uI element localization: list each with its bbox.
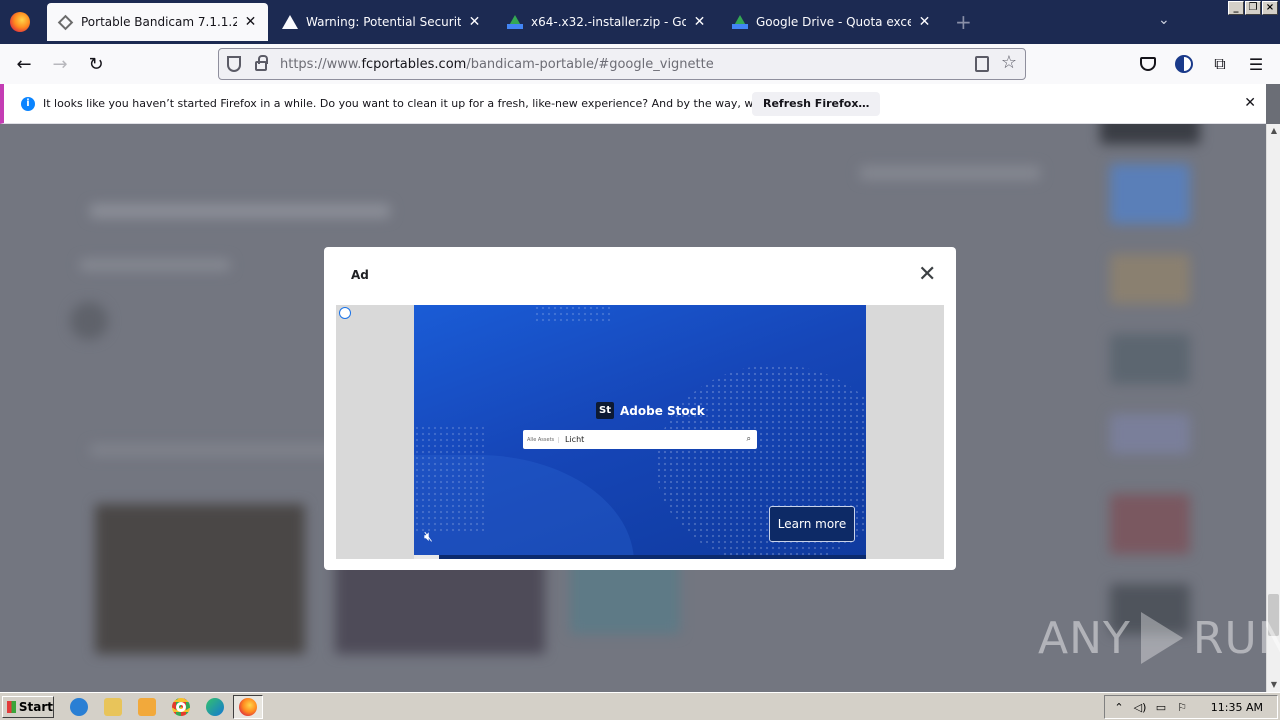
close-icon[interactable]: ✕ [467, 14, 482, 30]
media-player-icon[interactable] [138, 698, 156, 716]
warning-icon [282, 14, 298, 30]
tracking-protection-shield-icon[interactable] [227, 56, 241, 72]
chrome-icon[interactable] [172, 698, 190, 716]
scroll-up-arrow-icon[interactable]: ▲ [1267, 124, 1280, 138]
reload-button[interactable]: ↻ [84, 52, 108, 76]
adobe-stock-logo-icon: St [596, 402, 614, 419]
ad-label: Ad [351, 268, 369, 282]
page-scrollbar[interactable]: ▲ ▼ [1266, 124, 1280, 692]
search-query: Licht [565, 435, 585, 444]
search-scope-select: Alle Assets [527, 436, 559, 443]
tab-installer-zip[interactable]: x64-.x32.-installer.zip - Google Driv ✕ [497, 3, 717, 41]
navigation-bar: ← → ↻ https://www.fcportables.com/bandic… [0, 44, 1280, 84]
blurred-block [95, 504, 305, 654]
close-icon[interactable]: ✕ [692, 14, 707, 30]
search-icon: ⌕ [746, 434, 751, 443]
video-progress-track[interactable] [414, 555, 866, 559]
ad-frame: St Adobe Stock Alle Assets Licht ⌕ 🔇︎ Le… [336, 305, 944, 559]
restore-button[interactable]: ❐ [1245, 1, 1261, 15]
google-vignette-ad-modal: Ad ✕ St Adobe Stock Alle Assets Licht ⌕ … [324, 247, 956, 570]
file-explorer-icon[interactable] [104, 698, 122, 716]
start-button[interactable]: Start [2, 696, 54, 718]
network-icon[interactable]: ▭ [1154, 701, 1168, 714]
muted-speaker-icon[interactable]: 🔇︎ [424, 529, 433, 545]
close-icon[interactable]: ✕ [917, 14, 932, 30]
adobe-stock-brand: St Adobe Stock [596, 402, 705, 419]
google-drive-icon [507, 14, 523, 30]
tab-quota-exceeded[interactable]: Google Drive - Quota exceeded ✕ [722, 3, 942, 41]
url-text[interactable]: https://www.fcportables.com/bandicam-por… [280, 57, 714, 72]
reader-view-icon[interactable] [975, 56, 989, 72]
blurred-block [1100, 124, 1200, 144]
blurred-block [1110, 254, 1190, 304]
blurred-block [1110, 494, 1190, 554]
notification-message: It looks like you haven’t started Firefo… [43, 97, 828, 110]
list-all-tabs-button[interactable]: ⌄ [1158, 12, 1170, 28]
firefox-logo-icon[interactable] [10, 12, 30, 32]
ad-search-box: Alle Assets Licht ⌕ [523, 430, 757, 449]
google-drive-icon [732, 14, 748, 30]
firefox-icon[interactable] [239, 698, 257, 716]
tab-title: Google Drive - Quota exceeded [756, 15, 912, 29]
start-label: Start [18, 700, 53, 714]
edge-icon[interactable] [206, 698, 224, 716]
minimize-button[interactable]: _ [1228, 1, 1244, 15]
hamburger-menu-icon[interactable]: ☰ [1246, 54, 1266, 74]
lock-icon[interactable] [255, 55, 268, 71]
tab-security-warning[interactable]: Warning: Potential Security Risk Ah ✕ [272, 3, 492, 41]
volume-icon[interactable]: ◁) [1133, 701, 1147, 714]
back-button[interactable]: ← [12, 52, 36, 76]
tab-title: x64-.x32.-installer.zip - Google Driv [531, 15, 687, 29]
tab-strip: Portable Bandicam 7.1.1.2158 (x64 ✕ Warn… [0, 0, 1280, 44]
refresh-firefox-notification: i It looks like you haven’t started Fire… [0, 84, 1266, 124]
close-icon[interactable]: ✕ [1244, 95, 1256, 111]
taskbar: Start ⌃ ◁) ▭ ⚐ 11:35 AM [0, 692, 1280, 720]
ad-video[interactable]: St Adobe Stock Alle Assets Licht ⌕ 🔇︎ Le… [414, 305, 866, 559]
account-icon[interactable] [1174, 54, 1194, 74]
address-bar[interactable]: https://www.fcportables.com/bandicam-por… [218, 48, 1026, 80]
blurred-block [860, 166, 1040, 180]
blurred-block [70, 302, 108, 340]
blurred-block [1110, 414, 1190, 454]
decorative-dots [414, 425, 484, 535]
tab-bandicam[interactable]: Portable Bandicam 7.1.1.2158 (x64 ✕ [47, 3, 268, 41]
anyrun-watermark: ANY RUN [1038, 612, 1280, 664]
watermark-right-text: RUN [1192, 612, 1280, 664]
learn-more-button[interactable]: Learn more [769, 506, 855, 542]
clock[interactable]: 11:35 AM [1211, 701, 1263, 714]
blurred-block [1110, 334, 1190, 384]
refresh-firefox-button[interactable]: Refresh Firefox… [752, 92, 881, 116]
diamond-icon [57, 14, 73, 30]
video-progress-fill [414, 555, 439, 559]
bookmark-star-icon[interactable]: ☆ [1001, 52, 1017, 73]
tab-title: Portable Bandicam 7.1.1.2158 (x64 [81, 15, 237, 29]
blurred-block [80, 259, 230, 271]
windows-flag-icon [7, 701, 16, 713]
extensions-puzzle-icon[interactable]: ⧉ [1210, 54, 1230, 74]
info-icon: i [21, 96, 35, 111]
watermark-left-text: ANY [1038, 612, 1131, 664]
new-tab-button[interactable]: + [955, 10, 972, 34]
close-window-button[interactable]: × [1262, 1, 1278, 15]
system-tray: ⌃ ◁) ▭ ⚐ 11:35 AM [1104, 695, 1278, 719]
close-ad-button[interactable]: ✕ [918, 264, 936, 286]
action-center-flag-icon[interactable]: ⚐ [1175, 701, 1189, 714]
scroll-down-arrow-icon[interactable]: ▼ [1267, 678, 1280, 692]
pocket-icon[interactable] [1138, 54, 1158, 74]
decorative-dots [534, 305, 614, 325]
window-controls: _ ❐ × [1228, 1, 1278, 15]
play-logo-icon [1140, 612, 1183, 664]
show-hidden-icons-chevron-icon[interactable]: ⌃ [1112, 701, 1126, 714]
adchoices-icon[interactable] [339, 307, 351, 319]
blurred-block [1110, 164, 1190, 224]
internet-explorer-icon[interactable] [70, 698, 88, 716]
close-icon[interactable]: ✕ [243, 14, 258, 30]
blurred-block [90, 204, 390, 218]
forward-button[interactable]: → [48, 52, 72, 76]
brand-name: Adobe Stock [620, 403, 705, 418]
tab-title: Warning: Potential Security Risk Ah [306, 15, 462, 29]
